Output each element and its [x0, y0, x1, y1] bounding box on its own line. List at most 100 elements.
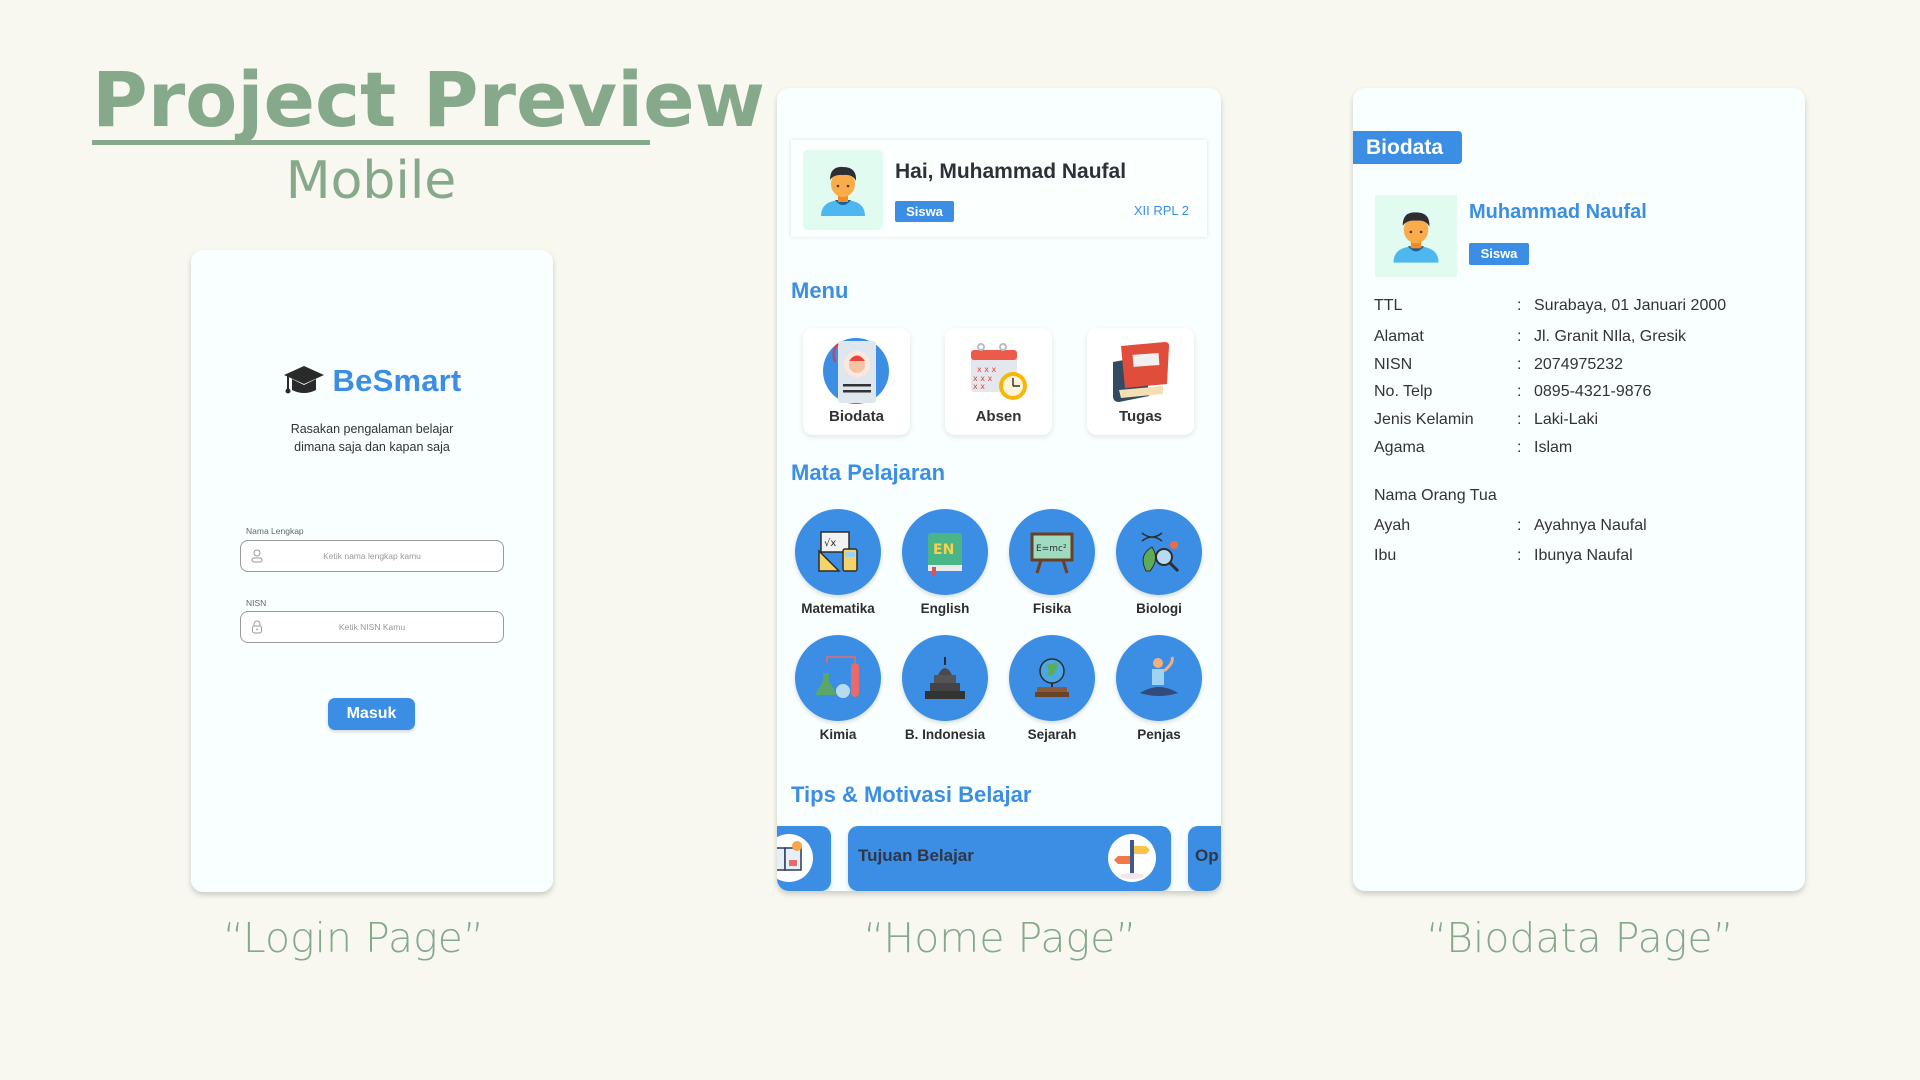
field-key: Ayah: [1374, 517, 1411, 534]
brand-name: BeSmart: [332, 363, 462, 398]
physics-board-icon: E=mc²: [1030, 532, 1074, 574]
subject-kimia[interactable]: Kimia: [788, 635, 888, 742]
menu-item-tugas[interactable]: Tugas: [1087, 328, 1194, 435]
biodata-screen: Biodata Muhammad Naufal Siswa TTL: Suraba…: [1353, 88, 1805, 891]
calendar-clock-icon: x x x x x x x x: [971, 343, 1027, 400]
nisn-field[interactable]: [240, 611, 504, 643]
name-input[interactable]: [271, 541, 473, 571]
field-key: NISN: [1374, 356, 1413, 373]
svg-text:x x: x x: [973, 382, 985, 391]
biodata-row-ayah: Ayah: Ayahnya Naufal: [1374, 517, 1647, 535]
biodata-row-jenis-kelamin: Jenis Kelamin: Laki-Laki: [1374, 411, 1598, 429]
field-separator: :: [1517, 383, 1522, 400]
svg-text:x x x: x x x: [977, 365, 997, 374]
profile-header: Hai, Muhammad Naufal Siswa XII RPL 2: [791, 140, 1207, 237]
tip-icon-wrap: [777, 834, 813, 882]
page-subtitle: Mobile: [285, 151, 457, 211]
nisn-input[interactable]: [271, 612, 473, 642]
subject-label: Kimia: [819, 727, 857, 742]
greeting-text: Hai, Muhammad Naufal: [895, 160, 1127, 183]
biodata-row-nisn: NISN:2074975232: [1374, 356, 1623, 374]
field-value: Laki-Laki: [1534, 411, 1599, 428]
subjects-section-title: Mata Pelajaran: [791, 460, 946, 485]
biology-icon: [1141, 532, 1180, 573]
login-screen: BeSmart Rasakan pengalaman belajar diman…: [191, 250, 553, 892]
name-field-label: Nama Lengkap: [246, 526, 304, 536]
field-value: 0895-4321-9876: [1534, 383, 1652, 400]
tip-label: Op: [1195, 846, 1219, 865]
tagline: Rasakan pengalaman belajar dimana saja d…: [191, 420, 553, 456]
biodata-row-agama: Agama: Islam: [1374, 439, 1572, 457]
field-separator: :: [1517, 356, 1522, 373]
signpost-icon: [1114, 840, 1150, 879]
id-card-icon: [823, 338, 889, 404]
lock-icon: [252, 620, 262, 634]
biodata-tab[interactable]: Biodata: [1353, 131, 1462, 164]
field-value: Surabaya, 01 Januari 2000: [1534, 297, 1727, 314]
field-separator: :: [1517, 297, 1522, 314]
book-idea-icon: [777, 841, 802, 871]
home-screen: Hai, Muhammad Naufal Siswa XII RPL 2 Men…: [777, 88, 1221, 891]
menu-item-label: Biodata: [828, 408, 884, 425]
field-value: Jl. Granit NIla, Gresik: [1534, 328, 1687, 345]
biodata-row-ttl: TTL: Surabaya, 01 Januari 2000: [1374, 297, 1726, 315]
subject-b-indonesia[interactable]: B. Indonesia: [895, 635, 995, 742]
biodata-row-no-telp: No. Telp:0895-4321-9876: [1374, 383, 1651, 401]
tagline-line-1: Rasakan pengalaman belajar: [290, 422, 454, 436]
caption-login: “Login Page”: [222, 914, 485, 962]
field-separator: :: [1517, 517, 1522, 534]
field-separator: :: [1517, 411, 1522, 428]
subject-fisika[interactable]: E=mc² Fisika: [1002, 509, 1102, 616]
tip-card-next[interactable]: Op: [1188, 826, 1221, 891]
student-avatar-icon: [821, 166, 865, 216]
temple-icon: [925, 657, 965, 699]
avatar: [803, 150, 883, 230]
caption-biodata: “Biodata Page”: [1426, 914, 1734, 962]
role-badge: Siswa: [1469, 243, 1529, 265]
globe-icon: [1035, 658, 1069, 697]
subject-label: English: [920, 601, 970, 616]
field-key: Jenis Kelamin: [1374, 411, 1474, 428]
field-separator: :: [1517, 439, 1522, 456]
tip-card-previous[interactable]: [777, 826, 831, 891]
field-separator: :: [1517, 547, 1522, 564]
field-key: No. Telp: [1374, 383, 1433, 400]
books-icon: [1113, 342, 1169, 402]
field-key: TTL: [1374, 297, 1403, 314]
name-field[interactable]: [240, 540, 504, 572]
title-underline: [92, 140, 650, 145]
tip-card-tujuan-belajar[interactable]: Tujuan Belajar: [848, 826, 1171, 891]
subject-matematika[interactable]: √x Matematika: [788, 509, 888, 616]
brand-logo: BeSmart: [191, 363, 553, 399]
student-name: Muhammad Naufal: [1469, 201, 1647, 223]
svg-text:EN: EN: [933, 542, 954, 558]
subject-english[interactable]: EN English: [895, 509, 995, 616]
subject-sejarah[interactable]: Sejarah: [1002, 635, 1102, 742]
svg-text:√x: √x: [824, 538, 836, 549]
tips-section-title: Tips & Motivasi Belajar: [791, 782, 1032, 807]
field-separator: :: [1517, 328, 1522, 345]
subject-label: Matematika: [801, 601, 875, 616]
subject-biologi[interactable]: Biologi: [1109, 509, 1209, 616]
menu-item-absen[interactable]: x x x x x x x x Absen: [945, 328, 1052, 435]
subject-label: B. Indonesia: [904, 727, 986, 742]
caption-home: “Home Page”: [863, 914, 1137, 962]
nisn-field-label: NISN: [246, 598, 267, 608]
menu-item-label: Tugas: [1118, 408, 1163, 425]
field-key: Ibu: [1374, 547, 1397, 564]
field-key: Agama: [1374, 439, 1425, 456]
svg-text:E=mc²: E=mc²: [1036, 544, 1067, 554]
tip-label: Tujuan Belajar: [858, 846, 974, 865]
menu-item-biodata[interactable]: Biodata: [803, 328, 910, 435]
subject-label: Sejarah: [1027, 727, 1077, 742]
subject-label: Fisika: [1032, 601, 1072, 616]
login-button[interactable]: Masuk: [328, 698, 415, 730]
tip-icon-wrap: [1108, 834, 1156, 882]
menu-item-label: Absen: [975, 408, 1022, 425]
page-title: Project Preview: [92, 55, 765, 144]
student-avatar-icon: [1393, 212, 1439, 263]
class-label: XII RPL 2: [1133, 203, 1189, 218]
subject-penjas[interactable]: Penjas: [1109, 635, 1209, 742]
biodata-row-alamat: Alamat: Jl. Granit NIla, Gresik: [1374, 328, 1686, 346]
field-value: 2074975232: [1534, 356, 1623, 373]
